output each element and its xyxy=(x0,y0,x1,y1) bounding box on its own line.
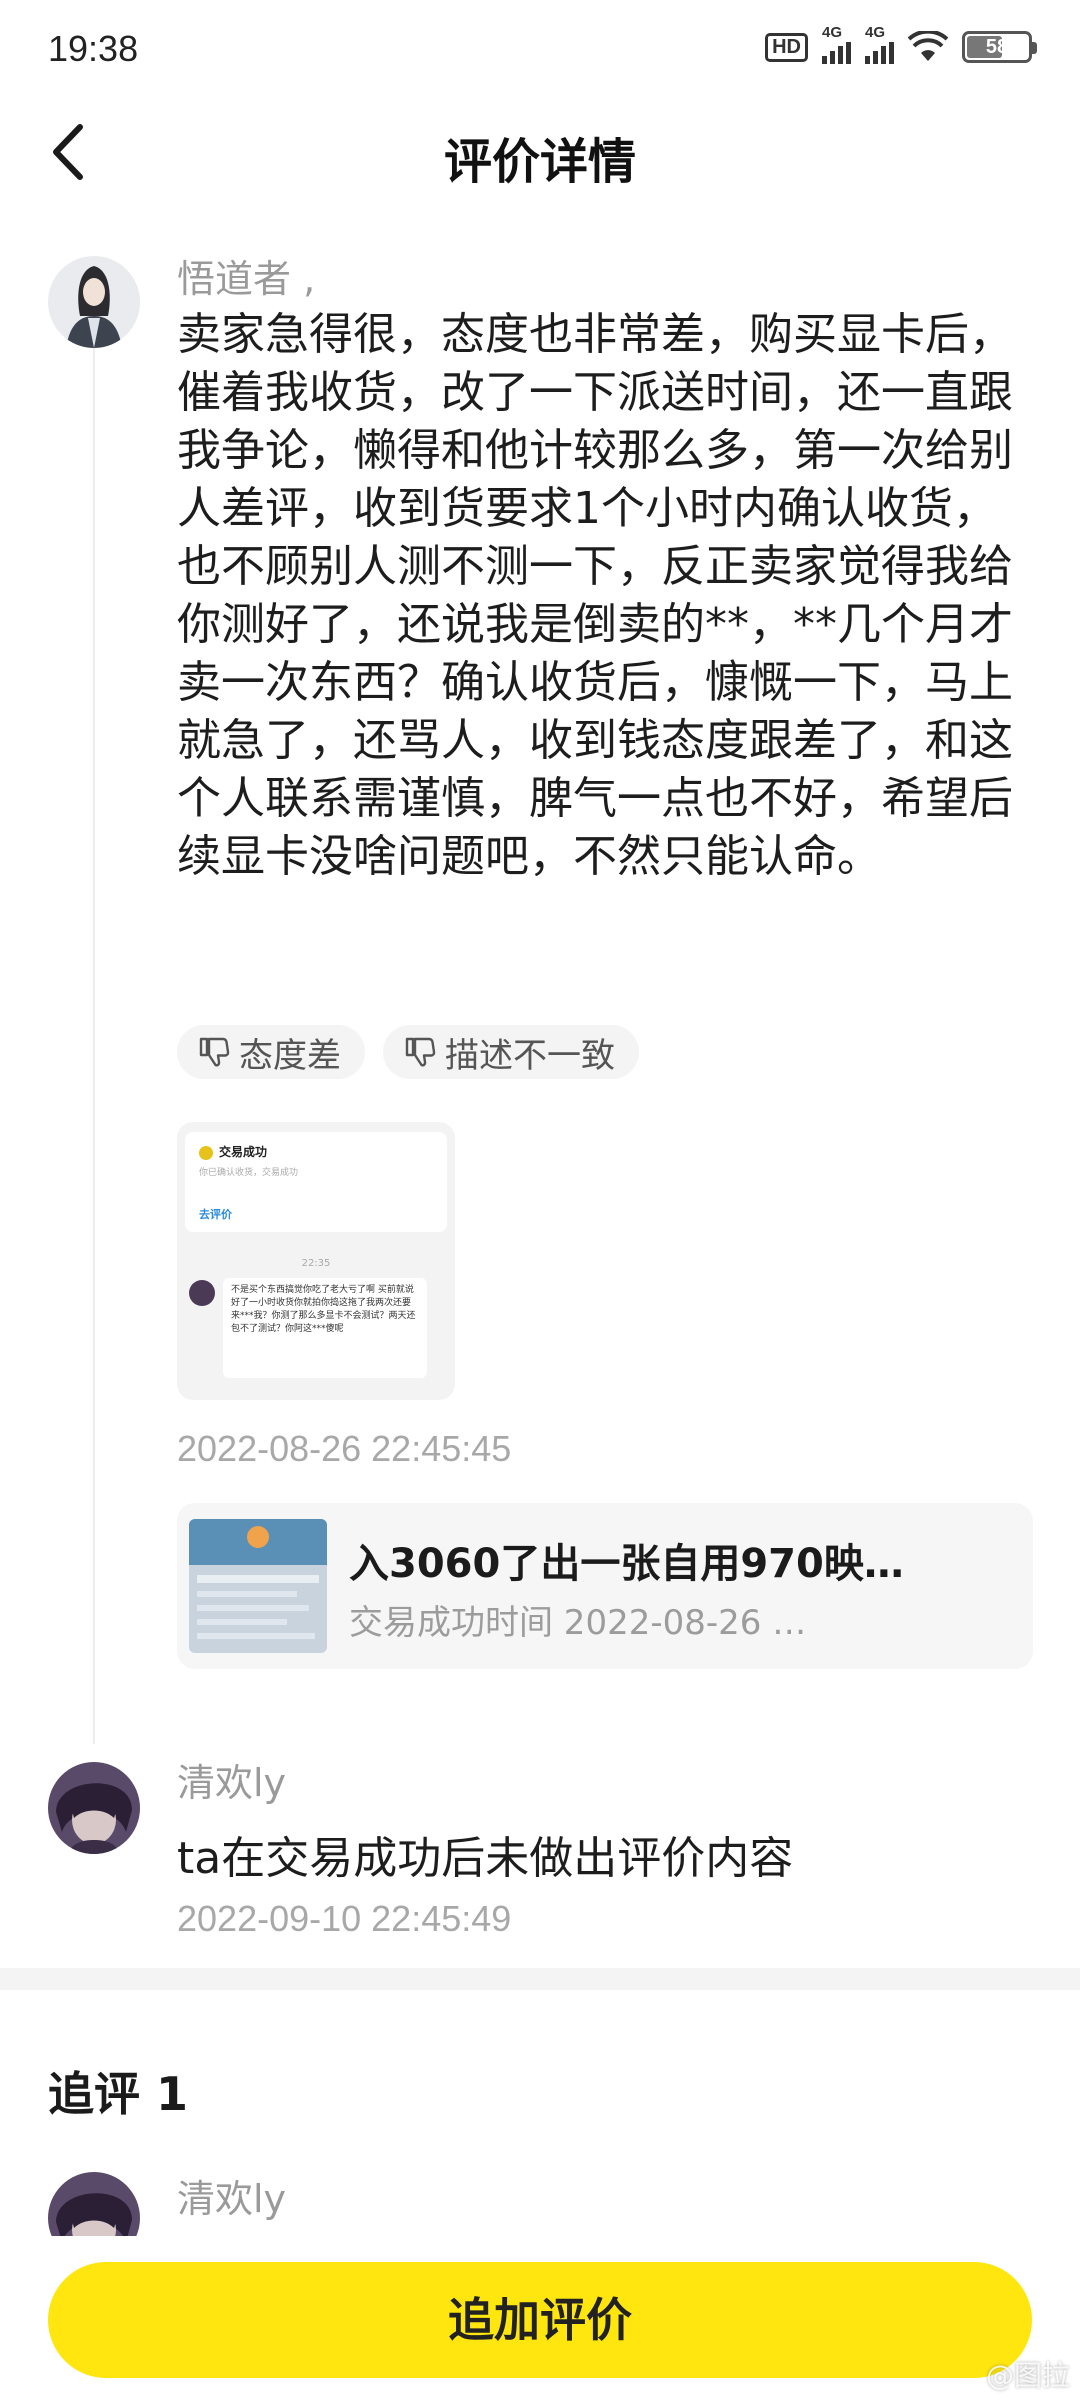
attachment-action: 去评价 xyxy=(199,1208,232,1221)
tag-label: 描述不一致 xyxy=(445,1035,615,1076)
add-review-button[interactable]: 追加评价 xyxy=(48,2262,1032,2378)
reply-text: ta在交易成功后未做出评价内容 xyxy=(177,1833,794,1884)
reviewer-username[interactable]: 悟道者 , xyxy=(177,248,315,303)
review-image-thumbnail[interactable]: 交易成功 你已确认收货，交易成功 去评价 22:35 不是买个东西搞觉你吃了老大… xyxy=(177,1122,455,1400)
avatar[interactable] xyxy=(48,256,140,348)
attachment-chat-time: 22:35 xyxy=(301,1258,331,1269)
followup-username[interactable]: 清欢ly xyxy=(177,2168,286,2223)
page-title: 评价详情 xyxy=(443,134,636,190)
review-timestamp: 2022-08-26 22:45:45 xyxy=(177,1428,512,1469)
attachment-status-sub: 你已确认收货，交易成功 xyxy=(199,1168,299,1178)
page-header: 评价详情 xyxy=(0,100,1080,204)
review-text: 卖家急得很，态度也非常差，购买显卡后，催着我收货，改了一下派送时间，还一直跟我争… xyxy=(177,309,1013,882)
tag-attitude-bad: 态度差 xyxy=(177,1025,365,1079)
status-bar: 19:38 HD 4G 4G 58 xyxy=(0,0,1080,100)
wifi-icon xyxy=(908,31,948,61)
battery-percent: 58 xyxy=(985,36,1009,58)
cellular-signal-icon: 4G xyxy=(822,24,851,64)
item-trade-time: 交易成功时间 2022-08-26 … xyxy=(349,1603,807,1643)
tag-description-mismatch: 描述不一致 xyxy=(383,1025,639,1079)
attachment-status-card: 交易成功 你已确认收货，交易成功 去评价 xyxy=(185,1132,447,1232)
hd-icon: HD xyxy=(765,32,808,62)
battery-icon: 58 xyxy=(962,31,1037,63)
item-title: 入3060了出一张自用970映… xyxy=(349,1541,904,1587)
reply-timestamp: 2022-09-10 22:45:49 xyxy=(177,1898,512,1939)
attachment-chat-bubble: 不是买个东西搞觉你吃了老大亏了啊 买前就说好了一小时收货你就拍你捣这拖了我两次还… xyxy=(223,1278,427,1378)
status-time: 19:38 xyxy=(48,28,139,69)
section-divider xyxy=(0,1968,1080,1990)
seller-username[interactable]: 清欢ly xyxy=(177,1752,286,1807)
followup-title: 追评 1 xyxy=(48,2067,189,2121)
avatar[interactable] xyxy=(48,1762,140,1854)
attachment-chat-avatar xyxy=(189,1280,215,1306)
thread-line xyxy=(93,344,95,1744)
thumbs-down-icon xyxy=(199,1037,230,1067)
review-tags: 态度差 描述不一致 xyxy=(177,1025,639,1079)
item-card[interactable]: 入3060了出一张自用970映… 交易成功时间 2022-08-26 … xyxy=(177,1503,1033,1669)
cellular-signal-icon-2: 4G xyxy=(865,24,894,64)
attachment-status-title: 交易成功 xyxy=(219,1145,268,1159)
item-thumbnail xyxy=(189,1519,327,1653)
tag-label: 态度差 xyxy=(239,1035,341,1076)
check-icon xyxy=(199,1146,213,1160)
thumbs-down-icon xyxy=(405,1037,436,1067)
status-icons: HD 4G 4G 58 xyxy=(765,24,1037,64)
watermark: @图拉 xyxy=(985,2359,1070,2392)
